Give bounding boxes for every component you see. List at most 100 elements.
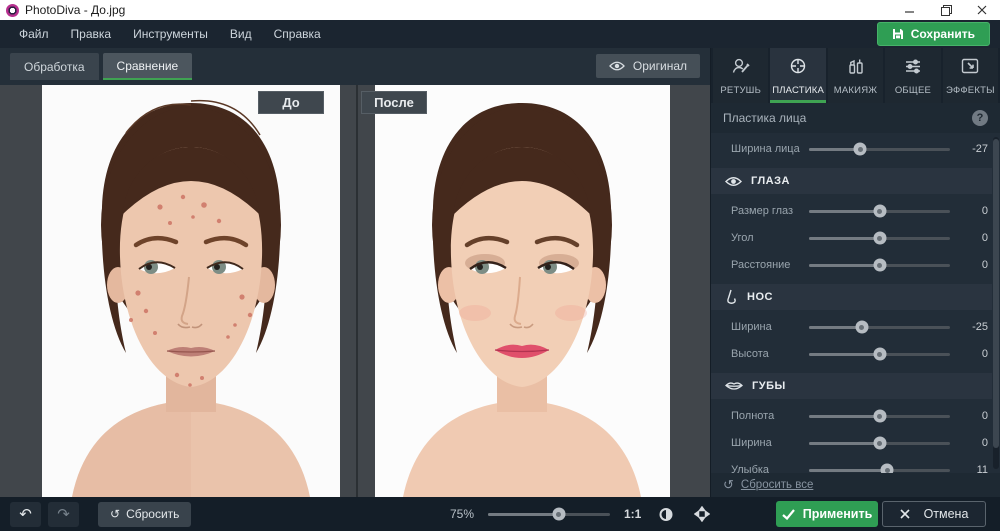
image-canvas: До После — [0, 85, 710, 497]
slider-handle[interactable] — [855, 321, 868, 334]
cancel-button[interactable]: Отмена — [882, 501, 986, 527]
side-tab-label: ЭФФЕКТЫ — [946, 85, 995, 96]
slider-value: 0 — [956, 410, 988, 422]
canvas-divider — [356, 85, 358, 497]
slider-label: Ширина лица — [731, 143, 803, 155]
slider-track[interactable] — [809, 442, 950, 445]
menubar: Файл Правка Инструменты Вид Справка Сохр… — [0, 20, 1000, 48]
slider-value: 0 — [956, 205, 988, 217]
actual-size-button[interactable]: 1:1 — [624, 507, 641, 521]
menu-tools[interactable]: Инструменты — [122, 21, 219, 47]
navigator-icon[interactable] — [655, 504, 677, 524]
side-tab-ретушь[interactable]: РЕТУШЬ — [713, 48, 768, 103]
zoom-level-value: 75% — [440, 507, 474, 521]
slider-fill — [809, 442, 880, 445]
fullscreen-icon[interactable] — [691, 504, 713, 524]
makeup-icon — [846, 56, 866, 81]
adjust-icon — [903, 56, 923, 81]
zoom-slider-handle[interactable] — [552, 508, 565, 521]
section-label: ГЛАЗА — [751, 175, 790, 187]
slider-value: 0 — [956, 437, 988, 449]
slider-track[interactable] — [809, 264, 950, 267]
photo-before[interactable] — [42, 85, 340, 497]
zoom-slider[interactable] — [488, 513, 610, 516]
slider-track[interactable] — [809, 148, 950, 151]
slider-label: Полнота — [731, 410, 803, 422]
slider-handle[interactable] — [873, 232, 886, 245]
close-button[interactable] — [964, 0, 1000, 20]
slider-label: Расстояние — [731, 259, 803, 271]
slider-value: -25 — [956, 321, 988, 333]
scrollbar-thumb[interactable] — [993, 139, 999, 448]
apply-button[interactable]: Применить — [776, 501, 878, 527]
slider-label: Угол — [731, 232, 803, 244]
eye-icon — [725, 176, 742, 187]
section-label: ГУБЫ — [752, 380, 786, 392]
side-tab-label: ОБЩЕЕ — [895, 85, 931, 96]
redo-button[interactable]: ↷ — [48, 502, 79, 527]
slider-row: Ширина -25 — [711, 316, 992, 338]
slider-fill — [809, 264, 880, 267]
slider-label: Улыбка — [731, 464, 803, 473]
side-tab-эффекты[interactable]: ЭФФЕКТЫ — [943, 48, 998, 103]
slider-track[interactable] — [809, 469, 950, 472]
menu-help[interactable]: Справка — [263, 21, 332, 47]
photo-after[interactable] — [375, 85, 670, 497]
side-tab-label: РЕТУШЬ — [720, 85, 761, 96]
slider-row: Размер глаз 0 — [711, 200, 992, 222]
slider-value: 0 — [956, 259, 988, 271]
slider-value: 0 — [956, 348, 988, 360]
panel-scrollbar[interactable] — [993, 137, 999, 469]
reset-button[interactable]: ↺ Сбросить — [98, 502, 191, 527]
panel-title: Пластика лица — [723, 111, 972, 125]
statusbar: ↶ ↷ ↺ Сбросить 75% 1:1 — [0, 497, 1000, 531]
tab-comparison[interactable]: Сравнение — [103, 53, 193, 80]
side-tab-label: ПЛАСТИКА — [772, 85, 824, 96]
slider-track[interactable] — [809, 237, 950, 240]
undo-button[interactable]: ↶ — [10, 502, 41, 527]
eye-icon — [609, 61, 625, 71]
menu-file[interactable]: Файл — [8, 21, 60, 47]
slider-track[interactable] — [809, 353, 950, 356]
slider-handle[interactable] — [873, 205, 886, 218]
slider-fill — [809, 353, 880, 356]
section-header-глаза: ГЛАЗА — [711, 168, 992, 194]
original-button[interactable]: Оригинал — [596, 54, 700, 78]
menu-edit[interactable]: Правка — [60, 21, 123, 47]
slider-label: Ширина — [731, 437, 803, 449]
maximize-button[interactable] — [928, 0, 964, 20]
effects-icon — [960, 56, 980, 81]
slider-track[interactable] — [809, 415, 950, 418]
help-button[interactable]: ? — [972, 110, 988, 126]
slider-track[interactable] — [809, 210, 950, 213]
side-tab-общее[interactable]: ОБЩЕЕ — [885, 48, 940, 103]
slider-value: 11 — [956, 464, 988, 473]
app-logo-icon — [6, 4, 19, 17]
reset-all-link[interactable]: ↺ Сбросить все — [711, 473, 1000, 497]
slider-track[interactable] — [809, 326, 950, 329]
slider-value: -27 — [956, 143, 988, 155]
after-badge: После — [361, 91, 427, 114]
slider-handle[interactable] — [873, 348, 886, 361]
lips-icon — [725, 381, 743, 392]
slider-handle[interactable] — [854, 143, 867, 156]
slider-fill — [809, 237, 880, 240]
side-tab-пластика[interactable]: ПЛАСТИКА — [770, 48, 825, 103]
tab-processing[interactable]: Обработка — [10, 53, 99, 80]
sculpt-icon — [788, 56, 808, 81]
slider-handle[interactable] — [873, 259, 886, 272]
slider-handle[interactable] — [881, 464, 894, 474]
slider-label: Ширина — [731, 321, 803, 333]
minimize-button[interactable] — [892, 0, 928, 20]
slider-handle[interactable] — [873, 410, 886, 423]
menu-view[interactable]: Вид — [219, 21, 263, 47]
slider-handle[interactable] — [873, 437, 886, 450]
save-icon — [892, 28, 904, 40]
photodiva-window: PhotoDiva - До.jpg Файл Правка Инструмен… — [0, 0, 1000, 531]
side-tab-макияж[interactable]: МАКИЯЖ — [828, 48, 883, 103]
slider-row: Ширина 0 — [711, 432, 992, 454]
save-button[interactable]: Сохранить — [877, 22, 990, 46]
slider-row: Угол0 — [711, 227, 992, 249]
apply-button-label: Применить — [803, 507, 873, 521]
slider-label: Размер глаз — [731, 205, 803, 217]
